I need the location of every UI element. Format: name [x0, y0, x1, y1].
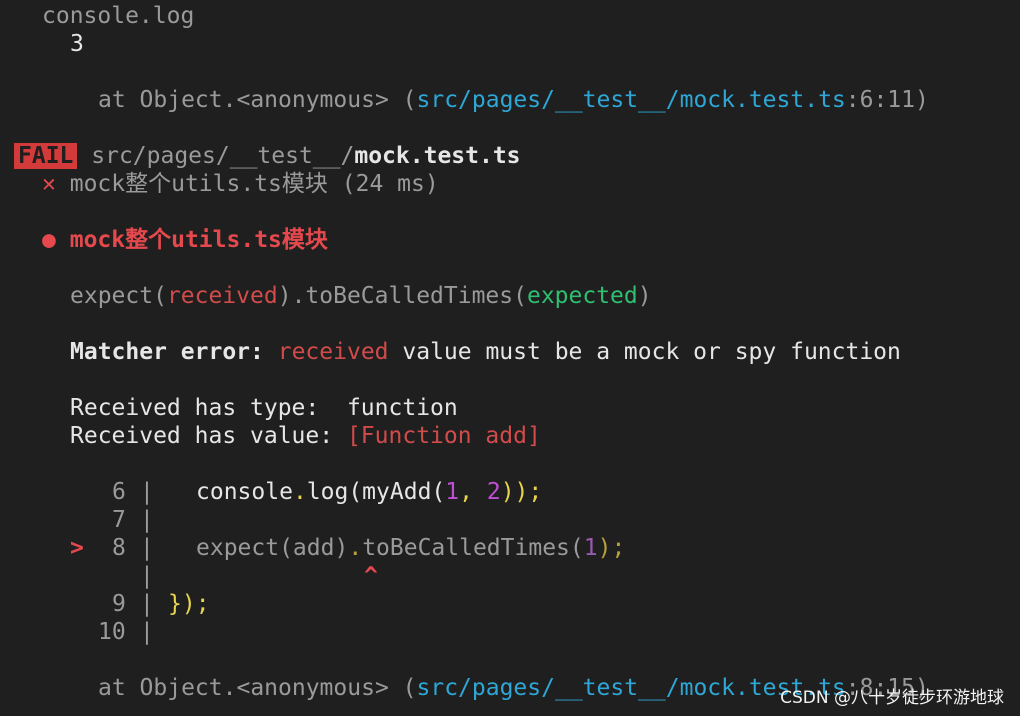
code-number: 1: [445, 479, 460, 505]
console-log-label: console.log: [42, 3, 195, 29]
fail-file: mock.test.ts: [354, 143, 521, 169]
stack-file-path[interactable]: src/pages/__test__/mock.test.ts: [417, 87, 846, 113]
line-number: 8: [112, 535, 126, 561]
fail-badge: FAIL: [14, 143, 78, 169]
gutter-bar: |: [140, 535, 154, 561]
line-number: 7: [112, 507, 126, 533]
bullet-icon: ●: [42, 227, 56, 253]
error-test-title: mock整个utils.ts模块: [69, 227, 328, 253]
received-value-value: [Function add]: [346, 423, 541, 449]
gutter-bar: |: [140, 563, 154, 589]
received-value-line: Received has value: [Function add]: [70, 422, 541, 450]
received-type-value: function: [346, 395, 458, 421]
code-token: console: [196, 479, 293, 505]
gutter-bar: |: [140, 591, 154, 617]
test-name: mock整个utils.ts模块: [69, 171, 328, 197]
code-token: .: [348, 535, 363, 561]
expect-received: received: [166, 283, 278, 309]
terminal-output: console.log 3 at Object.<anonymous> (src…: [0, 0, 1020, 716]
matcher-error-line: Matcher error: received value must be a …: [70, 338, 901, 366]
received-type-line: Received has type: function: [70, 394, 458, 422]
error-caret: ^: [364, 563, 378, 589]
error-line-marker: >: [70, 535, 84, 561]
code-token: });: [168, 591, 210, 617]
gutter-bar: |: [140, 507, 154, 533]
fail-header: FAIL src/pages/__test__/mock.test.ts: [14, 142, 521, 170]
matcher-error-label: Matcher error:: [70, 339, 264, 365]
expect-close: ): [637, 283, 652, 309]
test-duration: (24 ms): [341, 171, 439, 197]
console-log-value: 3: [70, 31, 84, 57]
stack-prefix: at Object.<anonymous> (: [98, 675, 417, 701]
line-number: 6: [112, 479, 126, 505]
matcher-received: received: [277, 339, 389, 365]
expect-open: expect(: [70, 283, 167, 309]
cross-icon: ✕: [42, 171, 56, 197]
test-result-line: ✕ mock整个utils.ts模块 (24 ms): [42, 170, 439, 198]
matcher-message: value must be a mock or spy function: [402, 339, 901, 365]
received-type-label: Received has type:: [70, 395, 347, 421]
console-stack-line: at Object.<anonymous> (src/pages/__test_…: [98, 86, 929, 114]
error-heading: ● mock整个utils.ts模块: [42, 226, 328, 254]
received-value-label: Received has value:: [70, 423, 347, 449]
code-token: toBeCalledTimes(: [362, 535, 584, 561]
code-token: ));: [500, 479, 543, 505]
code-token: log(myAdd(: [306, 479, 446, 505]
code-token: ,: [459, 479, 487, 505]
code-number: 2: [486, 479, 501, 505]
stack-prefix: at Object.<anonymous> (: [98, 87, 417, 113]
code-number: 1: [583, 535, 598, 561]
stack-location: :6:11): [845, 87, 929, 113]
code-token: .: [292, 479, 307, 505]
line-number: 10: [98, 619, 126, 645]
code-token: expect(add): [196, 535, 349, 561]
expect-matcher: ).toBeCalledTimes(: [277, 283, 527, 309]
fail-dir: src/pages/__test__/: [91, 143, 355, 169]
line-number: 9: [112, 591, 126, 617]
expect-signature: expect(received).toBeCalledTimes(expecte…: [70, 282, 652, 310]
expect-expected: expected: [526, 283, 638, 309]
csdn-watermark: CSDN @八十岁徒步环游地球: [780, 688, 1004, 708]
gutter-bar: |: [140, 619, 154, 645]
code-token: );: [597, 535, 626, 561]
gutter-bar: |: [140, 479, 154, 505]
